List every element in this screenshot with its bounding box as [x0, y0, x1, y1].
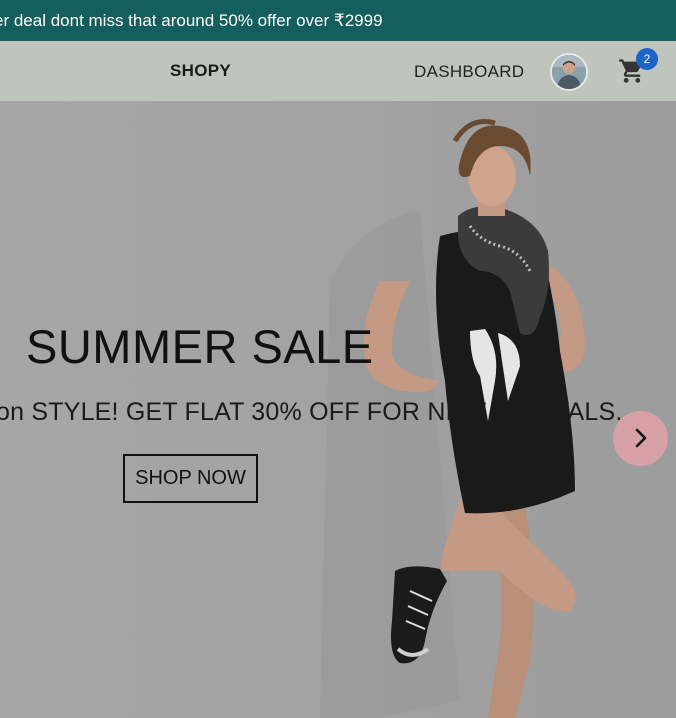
announcement-bar: er deal dont miss that around 50% offer … — [0, 0, 676, 41]
hero-subtitle: on STYLE! GET FLAT 30% OFF FOR NEW ARRIV… — [0, 398, 630, 426]
navbar: SHOPY DASHBOARD — [0, 41, 676, 101]
next-slide-button[interactable] — [613, 411, 668, 466]
announcement-text: er deal dont miss that around 50% offer … — [0, 11, 383, 30]
shop-now-button[interactable]: SHOP NOW — [123, 454, 258, 503]
chevron-right-icon — [635, 428, 647, 448]
site-logo[interactable]: SHOPY — [170, 61, 231, 81]
hero-title: SUMMER SALE — [26, 320, 374, 373]
nav-link-dashboard[interactable]: DASHBOARD — [414, 62, 524, 82]
user-avatar[interactable] — [550, 53, 588, 91]
cart-count-badge: 2 — [636, 48, 658, 70]
hero-slider: SUMMER SALE on STYLE! GET FLAT 30% OFF F… — [0, 101, 676, 718]
